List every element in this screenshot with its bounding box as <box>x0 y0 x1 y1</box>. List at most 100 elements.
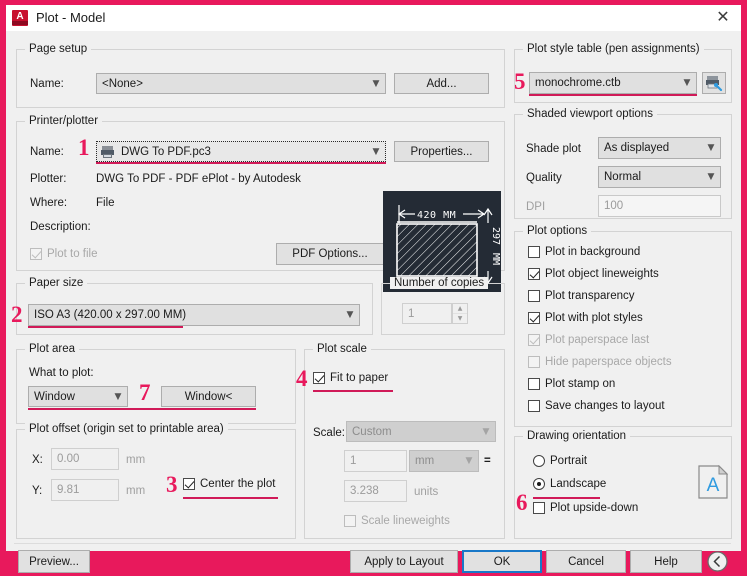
plot-upside-down-checkbox[interactable]: Plot upside-down <box>533 502 638 514</box>
dpi-label: DPI <box>526 201 546 213</box>
plotter-value: DWG To PDF - PDF ePlot - by Autodesk <box>96 173 301 185</box>
checkbox-box <box>30 248 42 260</box>
plot-option-label: Hide paperspace objects <box>545 356 672 368</box>
checkbox-box <box>313 372 325 384</box>
window-select-button[interactable]: Window< <box>161 386 256 407</box>
highlight-underline-5 <box>529 94 697 96</box>
shade-plot-label: Shade plot <box>526 143 581 155</box>
page-setup-name-combo[interactable]: <None> ▼ <box>96 73 386 94</box>
plot-option-plot-transparency[interactable]: Plot transparency <box>528 290 635 302</box>
checkbox-box <box>528 268 540 280</box>
cancel-button[interactable]: Cancel <box>546 550 626 573</box>
window-title: Plot - Model <box>36 10 106 25</box>
checkbox-box <box>528 378 540 390</box>
plot-style-table-combo[interactable]: monochrome.ctb ▼ <box>529 72 697 94</box>
scale-unit-combo[interactable]: mm ▼ <box>409 450 479 472</box>
plot-option-plot-stamp-on[interactable]: Plot stamp on <box>528 378 615 390</box>
scale-lineweights-label: Scale lineweights <box>361 515 450 527</box>
plot-offset-legend: Plot offset (origin set to printable are… <box>25 423 228 435</box>
chevron-down-icon: ▼ <box>372 78 380 89</box>
chevron-down-icon: ▼ <box>683 78 691 88</box>
ok-button[interactable]: OK <box>462 550 542 573</box>
plot-scale-legend: Plot scale <box>313 343 371 355</box>
plot-to-file-checkbox[interactable]: Plot to file <box>30 248 98 260</box>
checkbox-box <box>528 356 540 368</box>
help-button[interactable]: Help <box>630 550 702 573</box>
apply-to-layout-button[interactable]: Apply to Layout <box>350 550 458 573</box>
collapse-panel-button[interactable] <box>706 550 729 576</box>
plot-option-plot-object-lineweights[interactable]: Plot object lineweights <box>528 268 659 280</box>
scale-numerator-input[interactable]: 1 <box>344 450 407 472</box>
description-label: Description: <box>30 221 91 233</box>
scale-unit-value: mm <box>415 455 435 467</box>
highlight-underline-3 <box>183 497 278 499</box>
center-the-plot-label: Center the plot <box>200 478 276 490</box>
orientation-landscape-radio[interactable]: Landscape <box>533 478 606 490</box>
paper-size-combo[interactable]: ISO A3 (420.00 x 297.00 MM) ▼ <box>28 304 360 326</box>
quality-value: Normal <box>604 171 642 183</box>
add-page-setup-button[interactable]: Add... <box>394 73 489 94</box>
printer-name-combo[interactable]: DWG To PDF.pc3 ▼ <box>96 141 386 162</box>
plot-option-hide-paperspace-objects[interactable]: Hide paperspace objects <box>528 356 672 368</box>
scale-value: Custom <box>352 425 392 438</box>
plot-style-editor-icon <box>706 76 723 91</box>
offset-y-unit: mm <box>126 485 146 497</box>
annotation-5: 5 <box>514 69 526 94</box>
scale-denominator-input[interactable]: 3.238 <box>344 480 407 502</box>
paper-size-legend: Paper size <box>25 277 88 289</box>
annotation-4: 4 <box>296 366 308 391</box>
chevron-down-icon: ▼ <box>707 143 715 153</box>
close-icon[interactable]: ✕ <box>713 9 733 27</box>
orientation-portrait-radio[interactable]: Portrait <box>533 455 587 467</box>
shaded-viewport-legend: Shaded viewport options <box>523 108 657 120</box>
scale-units-label: units <box>414 486 439 498</box>
annotation-6: 6 <box>516 490 528 515</box>
printer-plotter-legend: Printer/plotter <box>25 115 103 127</box>
plot-options-legend: Plot options <box>523 225 592 237</box>
pdf-options-button[interactable]: PDF Options... <box>276 243 384 265</box>
center-the-plot-checkbox[interactable]: Center the plot <box>183 478 275 490</box>
title-bar: A Plot - Model ✕ <box>6 5 741 31</box>
properties-button[interactable]: Properties... <box>394 141 489 162</box>
autocad-app-icon: A <box>12 10 28 26</box>
offset-y-input[interactable]: 9.81 <box>51 479 119 501</box>
shade-plot-combo[interactable]: As displayed ▼ <box>598 137 721 159</box>
checkbox-box <box>533 502 545 514</box>
checkbox-box <box>528 312 540 324</box>
plot-option-plot-in-background[interactable]: Plot in background <box>528 246 640 258</box>
page-setup-name-label: Name: <box>30 78 64 90</box>
orientation-page-icon: A <box>698 464 729 502</box>
plot-option-label: Plot stamp on <box>545 378 616 390</box>
offset-x-unit: mm <box>126 454 146 466</box>
copies-spinner[interactable]: ▲ ▼ <box>452 303 468 324</box>
dpi-input[interactable]: 100 <box>598 195 721 217</box>
annotation-1: 1 <box>78 135 90 160</box>
plot-option-save-changes-to-layout[interactable]: Save changes to layout <box>528 400 665 412</box>
scale-lineweights-checkbox[interactable]: Scale lineweights <box>344 515 450 527</box>
edit-plot-style-table-button[interactable] <box>702 72 726 94</box>
fit-to-paper-checkbox[interactable]: Fit to paper <box>313 372 388 384</box>
plot-option-label: Plot in background <box>545 246 641 258</box>
plotter-icon <box>101 145 116 158</box>
preview-button[interactable]: Preview... <box>18 550 90 573</box>
offset-x-input[interactable]: 0.00 <box>51 448 119 470</box>
dialog-body: Page setup Name: <None> ▼ Add... Printer… <box>6 31 741 573</box>
plot-option-plot-paperspace-last[interactable]: Plot paperspace last <box>528 334 649 346</box>
spinner-down-icon[interactable]: ▼ <box>453 314 467 323</box>
quality-combo[interactable]: Normal ▼ <box>598 166 721 188</box>
page-setup-legend: Page setup <box>25 43 92 55</box>
svg-text:297: 297 <box>490 227 501 245</box>
copies-input[interactable]: 1 <box>402 303 452 324</box>
chevron-down-icon: ▼ <box>372 146 380 157</box>
radio-circle <box>533 478 545 490</box>
plot-style-table-legend: Plot style table (pen assignments) <box>523 43 704 55</box>
scale-combo[interactable]: Custom ▼ <box>346 421 496 442</box>
checkbox-box <box>528 400 540 412</box>
plot-upside-down-label: Plot upside-down <box>550 502 639 514</box>
plot-style-table-value: monochrome.ctb <box>535 77 621 89</box>
plot-option-plot-with-plot-styles[interactable]: Plot with plot styles <box>528 312 643 324</box>
spinner-up-icon[interactable]: ▲ <box>453 304 467 314</box>
shade-plot-value: As displayed <box>604 142 670 154</box>
what-to-plot-combo[interactable]: Window ▼ <box>28 386 128 407</box>
svg-text:420 MM: 420 MM <box>417 210 456 221</box>
